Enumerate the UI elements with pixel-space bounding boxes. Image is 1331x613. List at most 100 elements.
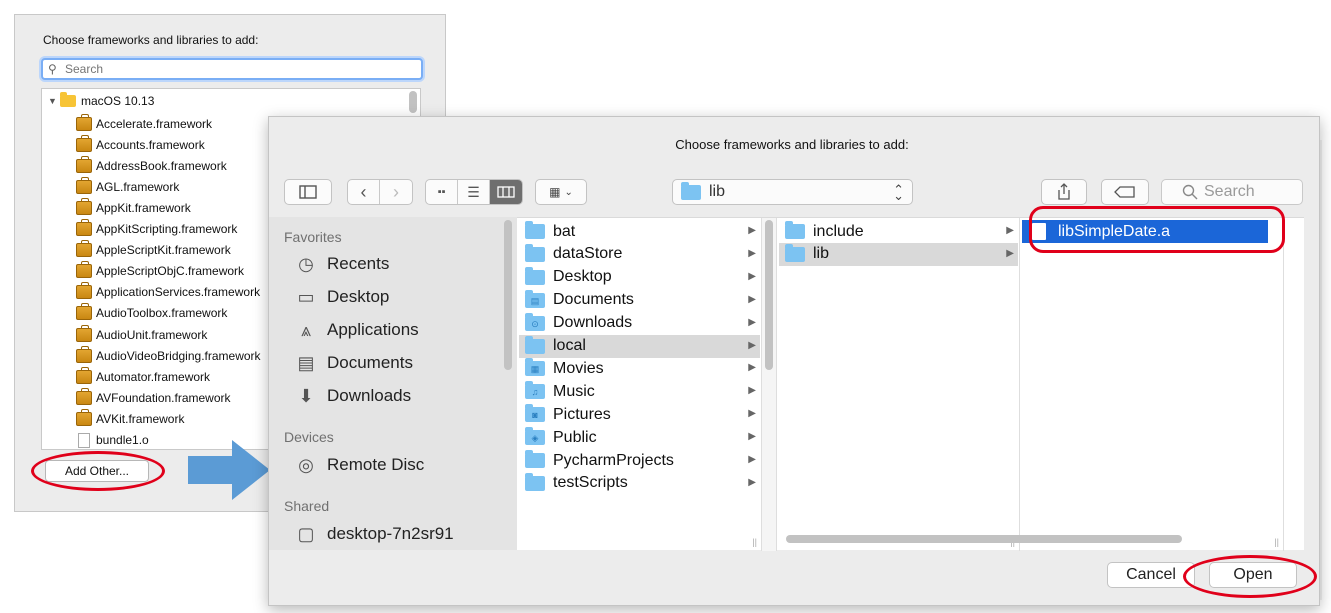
toolbox-icon	[76, 303, 92, 321]
column-row[interactable]: ▦ Movies ▶	[519, 357, 760, 380]
list-item-label: AppleScriptObjC.framework	[96, 264, 245, 279]
sidebar-item-label: Remote Disc	[327, 455, 425, 474]
toolbox-icon	[76, 324, 92, 342]
sidebar-item-desktop[interactable]: ▭ Desktop	[295, 284, 389, 310]
downloads-icon: ⬇	[298, 385, 314, 406]
sidebar-scrollbar[interactable]	[504, 220, 512, 370]
add-other-button[interactable]: Add Other...	[45, 460, 149, 482]
tag-button[interactable]	[1101, 179, 1149, 205]
column-row[interactable]: include ▶	[779, 220, 1018, 243]
list-root-row[interactable]: ▼ macOS 10.13	[48, 92, 154, 110]
list-scrollbar[interactable]	[409, 91, 417, 113]
column-row-label: Movies	[553, 359, 604, 377]
column-row[interactable]: local ▶	[519, 334, 760, 358]
list-item[interactable]: AVFoundation.framework	[76, 387, 231, 408]
sidebar-item-desktop-7n2sr91[interactable]: ▢ desktop-7n2sr91	[295, 521, 454, 547]
list-item-label: Accounts.framework	[96, 137, 205, 152]
sidebar-section-shared: Shared	[284, 498, 330, 514]
list-item-label: Accelerate.framework	[96, 116, 213, 131]
list-item[interactable]: Accelerate.framework	[76, 113, 212, 134]
back-button[interactable]: ‹	[348, 180, 381, 204]
column-row[interactable]: ◙ Pictures ▶	[519, 403, 760, 426]
view-mode-control[interactable]: ▪▪ ☰	[425, 179, 523, 205]
list-item[interactable]: AppKitScripting.framework	[76, 219, 237, 240]
list-item-label: AppKit.framework	[96, 200, 191, 215]
column-view-button[interactable]	[489, 180, 522, 204]
column-row[interactable]: Desktop ▶	[519, 266, 760, 289]
disclosure-triangle-icon[interactable]: ▼	[48, 96, 60, 106]
column-row[interactable]: libSimpleDate.a	[1022, 220, 1268, 243]
folder-icon	[525, 472, 545, 491]
column-row[interactable]: PycharmProjects ▶	[519, 449, 760, 472]
sidebar-item-downloads[interactable]: ⬇ Downloads	[295, 383, 411, 409]
list-item[interactable]: AppleScriptKit.framework	[76, 240, 231, 261]
column-resize-handle[interactable]: ||	[752, 537, 757, 547]
sidebar-item-recents[interactable]: ◷ Recents	[295, 251, 389, 277]
list-item[interactable]: AudioVideoBridging.framework	[76, 345, 261, 366]
list-item[interactable]: AddressBook.framework	[76, 155, 227, 176]
share-button[interactable]	[1041, 179, 1087, 205]
list-item[interactable]: ApplicationServices.framework	[76, 282, 260, 303]
toolbox-icon	[76, 261, 92, 279]
tag-icon	[1114, 186, 1135, 198]
list-item[interactable]: AVKit.framework	[76, 408, 184, 429]
sidebar-section-favorites: Favorites	[284, 229, 342, 245]
panel-search-field[interactable]: Search	[1161, 179, 1303, 205]
disclosure-arrow-icon: ▶	[1006, 247, 1014, 259]
horizontal-scrollbar[interactable]	[786, 535, 1182, 543]
column-row[interactable]: ♫ Music ▶	[519, 380, 760, 403]
folder-icon	[681, 181, 701, 200]
list-item[interactable]: Automator.framework	[76, 366, 210, 387]
list-item[interactable]: AGL.framework	[76, 176, 179, 197]
forward-button[interactable]: ›	[380, 180, 412, 204]
back-forward-control[interactable]: ‹ ›	[347, 179, 413, 205]
list-item-label: AVFoundation.framework	[96, 390, 231, 405]
sidebar-item-remote-disc[interactable]: ◎ Remote Disc	[295, 452, 424, 478]
column-row[interactable]: dataStore ▶	[519, 243, 760, 266]
open-button[interactable]: Open	[1209, 562, 1297, 588]
column-local: || include▶lib▶	[777, 218, 1020, 551]
column-lib: || libSimpleDate.a	[1020, 218, 1284, 551]
list-item[interactable]: AppleScriptObjC.framework	[76, 261, 244, 282]
sidebar-item-label: desktop-7n2sr91	[327, 524, 454, 543]
sidebar-toggle-button[interactable]	[284, 179, 332, 205]
sidebar-item-documents[interactable]: ▤ Documents	[295, 350, 413, 376]
chevron-left-icon: ‹	[360, 181, 367, 202]
grid-icon: ▪▪	[437, 186, 446, 198]
disc-icon: ◎	[298, 454, 314, 475]
column-row[interactable]: bat ▶	[519, 220, 760, 243]
column-row[interactable]: lib ▶	[779, 242, 1018, 266]
list-item[interactable]: AppKit.framework	[76, 197, 191, 218]
list-item[interactable]: AudioUnit.framework	[76, 324, 207, 345]
column-row[interactable]: ◈ Public ▶	[519, 426, 760, 449]
column-scrollbar[interactable]	[765, 220, 773, 370]
list-item[interactable]: bundle1.o	[76, 430, 149, 450]
sidebar-item-applications[interactable]: ⩓ Applications	[295, 317, 419, 343]
path-popup[interactable]: lib ⌃ ⌄	[672, 179, 913, 205]
column-empty	[1284, 218, 1304, 551]
folder-badge-icon: ▦	[530, 364, 540, 375]
folder-badge-icon: ♫	[531, 387, 539, 398]
list-item[interactable]: Accounts.framework	[76, 134, 205, 155]
list-item-label: AddressBook.framework	[96, 158, 227, 173]
sheet-search-input[interactable]	[63, 61, 413, 77]
column-row[interactable]: ⊙ Downloads ▶	[519, 312, 760, 335]
icon-view-button[interactable]: ▪▪	[426, 180, 459, 204]
open-panel: Choose frameworks and libraries to add: …	[268, 116, 1320, 606]
column-row[interactable]: ▤ Documents ▶	[519, 289, 760, 312]
folder-icon: ⊙	[525, 312, 545, 331]
list-view-button[interactable]: ☰	[458, 180, 490, 204]
column-row-label: PycharmProjects	[553, 451, 674, 469]
list-item[interactable]: AudioToolbox.framework	[76, 303, 227, 324]
column-row[interactable]: testScripts ▶	[519, 472, 760, 495]
toolbox-icon	[76, 408, 92, 426]
column-resize-handle[interactable]: ||	[1274, 537, 1279, 547]
list-item-label: Automator.framework	[96, 369, 211, 384]
columns-icon	[497, 186, 515, 198]
list-item-label: AppleScriptKit.framework	[96, 243, 231, 258]
chevron-down-icon: ⌄	[564, 186, 573, 198]
arrange-menu-button[interactable]: ▦ ⌄	[535, 179, 587, 205]
disclosure-arrow-icon: ▶	[748, 339, 756, 351]
sheet-search-field[interactable]: ⚲	[41, 58, 423, 80]
cancel-button[interactable]: Cancel	[1107, 562, 1195, 588]
